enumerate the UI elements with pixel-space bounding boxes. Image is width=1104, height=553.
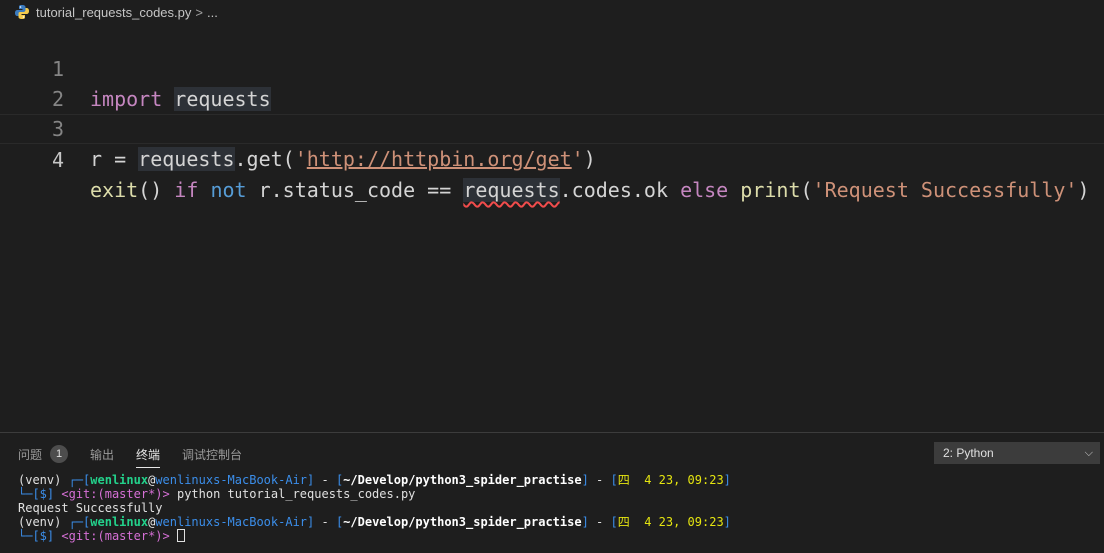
terminal-selector-dropdown[interactable]: 2: Python ⌵: [934, 442, 1100, 464]
line-number: 4: [51, 148, 64, 172]
code-text: exit() if not r.status_code == requests.…: [90, 178, 1090, 202]
code-line-4[interactable]: 4 exit() if not r.status_code == request…: [0, 114, 1104, 202]
code-text: r = requests.get('http://httpbin.org/get…: [90, 147, 596, 171]
terminal-cursor: [176, 529, 185, 542]
bottom-panel: 问题 1 输出 终端 调试控制台 2: Python ⌵ (venv) ┌─[we…: [0, 432, 1104, 553]
url-link: http://httpbin.org/get: [306, 147, 572, 171]
chevron-down-icon: ⌵: [1084, 447, 1093, 459]
breadcrumb-separator: >: [195, 4, 203, 20]
terminal-output[interactable]: (venv) ┌─[wenlinux@wenlinuxs-MacBook-Air…: [18, 473, 731, 543]
terminal-output-line: Request Successfully: [18, 501, 163, 515]
code-line-3[interactable]: 3 r = requests.get('http://httpbin.org/g…: [0, 84, 1104, 171]
tab-problems[interactable]: 问题 1: [18, 441, 69, 467]
code-line-1[interactable]: 1 import requests: [0, 24, 1104, 111]
panel-tabs: 问题 1 输出 终端 调试控制台: [18, 441, 264, 468]
terminal-command-line: └─[$] <git:(master*)> python tutorial_re…: [18, 487, 416, 501]
lint-error-squiggle: requests: [463, 178, 560, 202]
breadcrumb-filename[interactable]: tutorial_requests_codes.py: [36, 5, 191, 20]
terminal-input-line[interactable]: └─[$] <git:(master*)>: [18, 529, 731, 543]
terminal-prompt-line: (venv) ┌─[wenlinux@wenlinuxs-MacBook-Air…: [18, 515, 731, 529]
code-line-2[interactable]: 2: [0, 54, 1104, 111]
code-editor[interactable]: 1 import requests 2 3 r = requests.get('…: [0, 24, 1104, 432]
python-file-icon: [15, 5, 29, 19]
terminal-prompt-line: (venv) ┌─[wenlinux@wenlinuxs-MacBook-Air…: [18, 473, 731, 487]
tab-debug-console[interactable]: 调试控制台: [182, 441, 242, 467]
problems-count-badge: 1: [50, 445, 69, 463]
tab-terminal[interactable]: 终端: [136, 441, 161, 468]
tab-output[interactable]: 输出: [90, 441, 114, 467]
breadcrumb-more[interactable]: ...: [207, 5, 218, 20]
breadcrumb: tutorial_requests_codes.py > ...: [0, 0, 1104, 24]
